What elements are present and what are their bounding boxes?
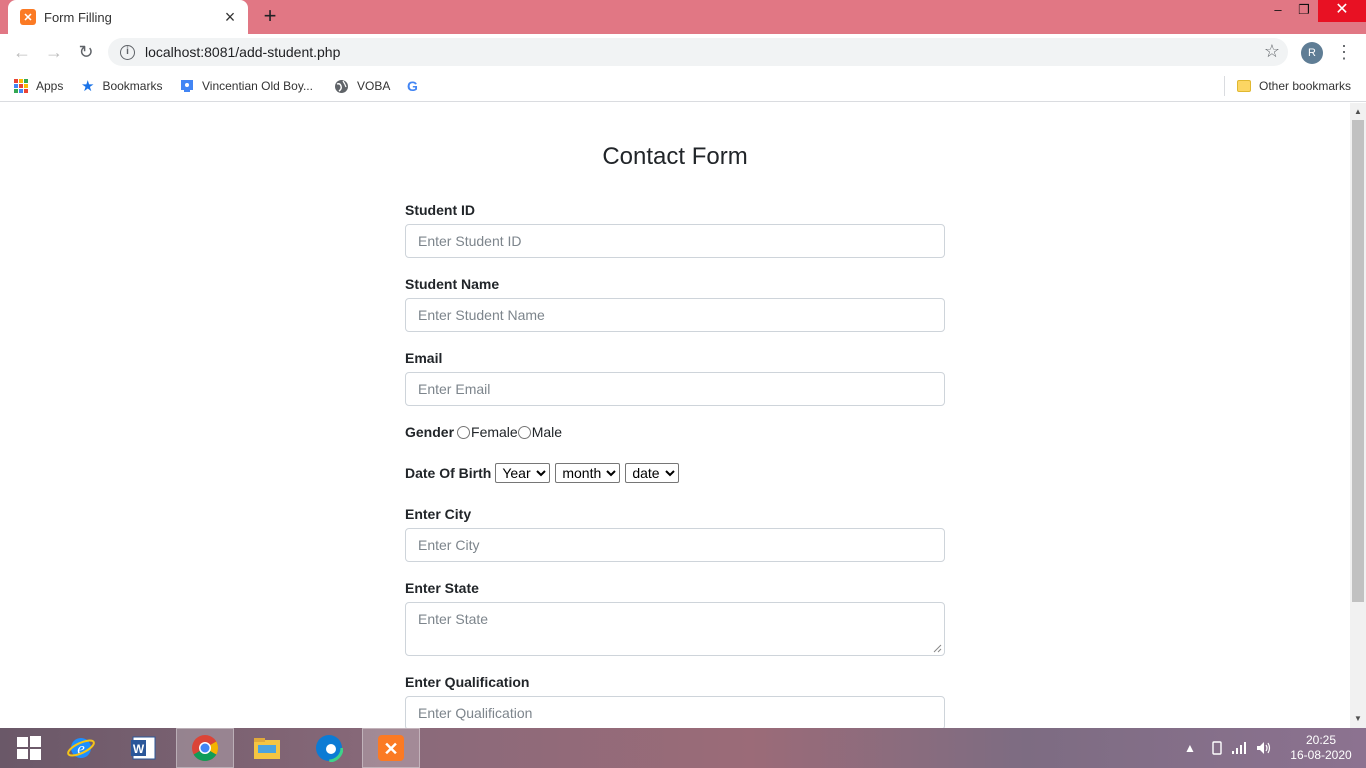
restore-button[interactable]: ❐ <box>1290 0 1318 22</box>
bookmark-label: Apps <box>36 79 64 93</box>
page-content: Contact Form Student ID Student Name Ema… <box>0 103 1350 728</box>
windows-start-icon[interactable] <box>0 728 58 768</box>
clock-time: 20:25 <box>1305 733 1337 747</box>
windows-taskbar: e W ✕ ▲ 20:25 16-08-2020 <box>0 728 1366 768</box>
classroom-icon <box>180 79 194 93</box>
apps-grid-icon <box>14 79 28 93</box>
email-input[interactable] <box>405 372 945 406</box>
bookmark-label: Vincentian Old Boy... <box>202 79 313 93</box>
bookmark-bookmarks[interactable]: ★ Bookmarks <box>81 76 162 96</box>
tab-close-icon[interactable]: × <box>222 8 238 26</box>
browser-toolbar: ← → ↻ i localhost:8081/add-student.php ☆… <box>0 34 1366 70</box>
bookmark-vincentian[interactable]: Vincentian Old Boy... <box>180 76 313 96</box>
qualification-input[interactable] <box>405 696 945 728</box>
back-arrow-icon[interactable]: ← <box>10 40 34 64</box>
folder-icon <box>1237 80 1251 92</box>
scroll-thumb[interactable] <box>1352 120 1364 602</box>
globe-icon <box>334 79 349 94</box>
word-icon[interactable]: W <box>114 728 172 768</box>
edge-icon[interactable] <box>300 728 358 768</box>
student-id-label: Student ID <box>405 202 475 218</box>
browser-titlebar: ✕ Form Filling × + – ❐ ✕ <box>0 0 1366 34</box>
student-name-label: Student Name <box>405 276 500 292</box>
bookmark-label: Other bookmarks <box>1259 79 1352 93</box>
svg-text:W: W <box>133 742 145 756</box>
bookmarks-bar: Apps ★ Bookmarks Vincentian Old Boy... V… <box>0 70 1366 102</box>
bookmarks-separator <box>1224 76 1225 96</box>
tray-overflow-icon[interactable]: ▲ <box>1184 728 1196 768</box>
student-id-input[interactable] <box>405 224 945 258</box>
gender-label: Gender <box>405 424 455 440</box>
xampp-icon: ✕ <box>20 9 36 25</box>
clock-date: 16-08-2020 <box>1290 748 1352 762</box>
chrome-icon[interactable] <box>176 728 234 768</box>
state-textarea[interactable] <box>405 602 945 656</box>
page-scrollbar[interactable]: ▲ ▼ <box>1350 103 1366 728</box>
taskbar-clock[interactable]: 20:25 16-08-2020 <box>1288 733 1354 763</box>
scroll-down-icon[interactable]: ▼ <box>1350 712 1366 726</box>
city-label: Enter City <box>405 506 472 522</box>
forward-arrow-icon[interactable]: → <box>42 40 66 64</box>
bookmark-apps[interactable]: Apps <box>14 76 63 96</box>
dob-month-select[interactable]: month <box>555 463 621 483</box>
google-icon: G <box>407 78 418 94</box>
student-name-input[interactable] <box>405 298 945 332</box>
address-bar[interactable]: i localhost:8081/add-student.php ☆ <box>108 38 1288 66</box>
network-icon[interactable] <box>1232 728 1248 768</box>
dob-label: Date Of Birth <box>405 465 492 481</box>
city-input[interactable] <box>405 528 945 562</box>
svg-text:✕: ✕ <box>383 739 398 759</box>
tab-title: Form Filling <box>44 9 112 25</box>
qualification-label: Enter Qualification <box>405 674 530 690</box>
window-close-button[interactable]: ✕ <box>1318 0 1366 22</box>
dob-date-select[interactable]: date <box>625 463 680 483</box>
volume-icon[interactable] <box>1256 728 1272 768</box>
device-icon[interactable] <box>1212 728 1222 768</box>
star-icon: ★ <box>81 78 95 95</box>
minimize-button[interactable]: – <box>1264 0 1292 22</box>
info-icon[interactable]: i <box>120 44 135 60</box>
form-title: Contact Form <box>602 143 748 170</box>
menu-dots-icon[interactable]: ⋮ <box>1335 40 1353 64</box>
reload-icon[interactable]: ↻ <box>74 40 98 64</box>
dob-year-select[interactable]: Year <box>495 463 551 483</box>
scroll-up-icon[interactable]: ▲ <box>1350 105 1366 119</box>
bookmark-label: VOBA <box>357 79 391 93</box>
gender-row: Gender Female Male <box>405 424 562 440</box>
browser-tab[interactable]: ✕ Form Filling × <box>8 0 248 34</box>
bookmark-other[interactable]: Other bookmarks <box>1237 76 1351 96</box>
file-explorer-icon[interactable] <box>238 728 296 768</box>
bookmark-star-icon[interactable]: ☆ <box>1264 41 1280 62</box>
bookmark-label: Bookmarks <box>102 79 163 93</box>
gender-female-label[interactable]: Female <box>471 424 518 440</box>
bookmark-voba[interactable]: VOBA <box>334 76 390 96</box>
address-url[interactable]: localhost:8081/add-student.php <box>145 44 340 60</box>
new-tab-button[interactable]: + <box>258 5 282 29</box>
gender-female-radio[interactable] <box>457 425 471 439</box>
gender-male-label[interactable]: Male <box>532 424 562 440</box>
internet-explorer-icon[interactable]: e <box>52 728 110 768</box>
bookmark-google[interactable]: G <box>407 76 426 96</box>
state-label: Enter State <box>405 580 479 596</box>
gender-male-radio[interactable] <box>517 425 531 439</box>
email-label: Email <box>405 350 443 366</box>
profile-avatar[interactable]: R <box>1301 42 1323 64</box>
xampp-icon[interactable]: ✕ <box>362 728 420 768</box>
dob-row: Date Of Birth Year month date <box>405 463 684 483</box>
